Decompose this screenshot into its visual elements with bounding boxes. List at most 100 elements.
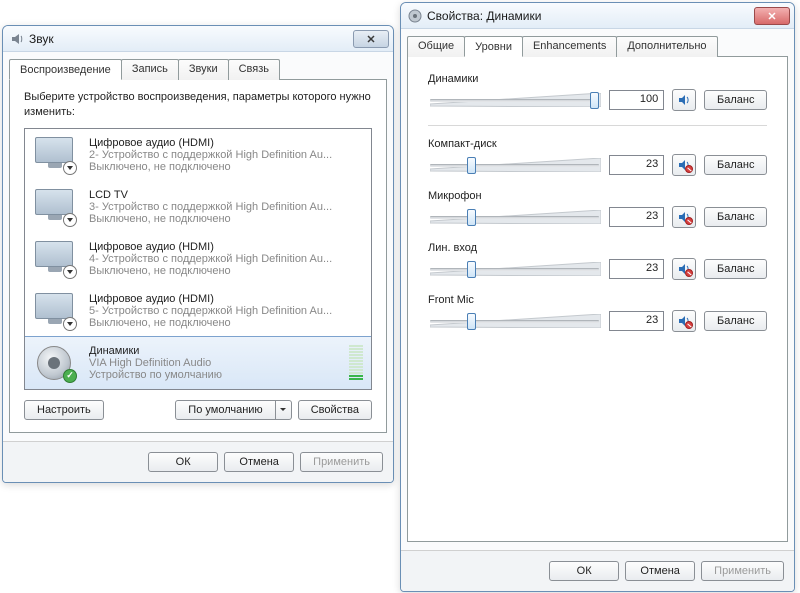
check-icon: ✓: [63, 369, 77, 383]
slider-thumb[interactable]: [467, 313, 476, 330]
level-label: Динамики: [428, 73, 767, 85]
muted-icon: [685, 321, 693, 329]
device-subtitle: 2- Устройство с поддержкой High Definiti…: [89, 149, 363, 161]
tab-звуки[interactable]: Звуки: [178, 59, 229, 80]
level-meter: [349, 345, 363, 380]
device-status: Выключено, не подключено: [89, 213, 363, 225]
tab-запись[interactable]: Запись: [121, 59, 179, 80]
muted-icon: [685, 165, 693, 173]
apply-button[interactable]: Применить: [701, 561, 784, 581]
monitor-icon: [33, 187, 81, 227]
speaker-properties-window: Свойства: Динамики ОбщиеУровниEnhancemen…: [400, 2, 795, 592]
volume-slider[interactable]: [428, 207, 601, 227]
mute-button[interactable]: [672, 310, 696, 332]
volume-value[interactable]: 23: [609, 155, 664, 175]
level-label: Лин. вход: [428, 242, 767, 254]
chevron-down-icon: [279, 407, 287, 413]
volume-slider[interactable]: [428, 90, 601, 110]
device-title: Цифровое аудио (HDMI): [89, 293, 363, 305]
balance-button[interactable]: Баланс: [704, 90, 767, 110]
speaker-icon: ✓: [33, 343, 81, 383]
device-subtitle: VIA High Definition Audio: [89, 357, 343, 369]
instruction-text: Выберите устройство воспроизведения, пар…: [24, 90, 372, 120]
muted-icon: [685, 217, 693, 225]
tab-уровни[interactable]: Уровни: [464, 36, 523, 57]
volume-value[interactable]: 23: [609, 311, 664, 331]
slider-thumb[interactable]: [467, 261, 476, 278]
dialog-buttons: ОК Отмена Применить: [3, 441, 393, 482]
monitor-icon: [33, 239, 81, 279]
slider-thumb[interactable]: [467, 209, 476, 226]
ok-button[interactable]: ОК: [148, 452, 218, 472]
balance-button[interactable]: Баланс: [704, 155, 767, 175]
volume-value[interactable]: 23: [609, 259, 664, 279]
tab-panel: Динамики100БалансКомпакт-диск23БалансМик…: [407, 56, 788, 542]
cancel-button[interactable]: Отмена: [625, 561, 695, 581]
tab-strip: ВоспроизведениеЗаписьЗвукиСвязь: [9, 58, 387, 80]
device-row[interactable]: ✓ ДинамикиVIA High Definition AudioУстрой…: [24, 336, 372, 390]
device-subtitle: 5- Устройство с поддержкой High Definiti…: [89, 305, 363, 317]
level-section: Front Mic23Баланс: [428, 294, 767, 332]
close-icon: [366, 34, 376, 44]
dialog-buttons: ОК Отмена Применить: [401, 550, 794, 591]
cancel-button[interactable]: Отмена: [224, 452, 294, 472]
level-section: Компакт-диск23Баланс: [428, 138, 767, 176]
level-section: Лин. вход 23 Баланс: [428, 242, 767, 280]
level-section: Динамики 100 Баланс: [428, 73, 767, 111]
window-title: Звук: [29, 32, 353, 46]
mute-button[interactable]: [672, 258, 696, 280]
apply-button[interactable]: Применить: [300, 452, 383, 472]
panel-buttons: Настроить По умолчанию Свойства: [24, 400, 372, 420]
mute-button[interactable]: [672, 89, 696, 111]
muted-icon: [685, 269, 693, 277]
sound-icon: [9, 31, 25, 47]
configure-button[interactable]: Настроить: [24, 400, 104, 420]
mute-button[interactable]: [672, 206, 696, 228]
ok-button[interactable]: ОК: [549, 561, 619, 581]
tab-strip: ОбщиеУровниEnhancementsДополнительно: [407, 35, 788, 57]
tab-дополнительно[interactable]: Дополнительно: [616, 36, 717, 57]
volume-slider[interactable]: [428, 155, 601, 175]
arrow-down-icon: [63, 161, 77, 175]
volume-value[interactable]: 23: [609, 207, 664, 227]
volume-slider[interactable]: [428, 259, 601, 279]
device-row[interactable]: Цифровое аудио (HDMI)5- Устройство с под…: [25, 285, 371, 337]
arrow-down-icon: [63, 317, 77, 331]
device-row[interactable]: Цифровое аудио (HDMI)4- Устройство с под…: [25, 233, 371, 285]
mute-button[interactable]: [672, 154, 696, 176]
device-status: Устройство по умолчанию: [89, 369, 343, 381]
tab-общие[interactable]: Общие: [407, 36, 465, 57]
device-title: Цифровое аудио (HDMI): [89, 241, 363, 253]
monitor-icon: [33, 135, 81, 175]
tab-enhancements[interactable]: Enhancements: [522, 36, 617, 57]
close-button[interactable]: [353, 30, 389, 48]
device-subtitle: 4- Устройство с поддержкой High Definiti…: [89, 253, 363, 265]
device-subtitle: 3- Устройство с поддержкой High Definiti…: [89, 201, 363, 213]
monitor-icon: [33, 291, 81, 331]
tab-воспроизведение[interactable]: Воспроизведение: [9, 59, 122, 80]
device-title: Цифровое аудио (HDMI): [89, 137, 363, 149]
properties-button[interactable]: Свойства: [298, 400, 372, 420]
device-list[interactable]: Цифровое аудио (HDMI)2- Устройство с под…: [24, 128, 372, 390]
device-title: LCD TV: [89, 189, 363, 201]
balance-button[interactable]: Баланс: [704, 207, 767, 227]
device-row[interactable]: LCD TV3- Устройство с поддержкой High De…: [25, 181, 371, 233]
device-title: Динамики: [89, 345, 343, 357]
volume-value[interactable]: 100: [609, 90, 664, 110]
titlebar[interactable]: Звук: [3, 26, 393, 52]
tab-panel: Выберите устройство воспроизведения, пар…: [9, 79, 387, 433]
set-default-split-button[interactable]: По умолчанию: [175, 400, 291, 420]
slider-thumb[interactable]: [467, 157, 476, 174]
balance-button[interactable]: Баланс: [704, 259, 767, 279]
volume-slider[interactable]: [428, 311, 601, 331]
set-default-button[interactable]: По умолчанию: [175, 400, 275, 420]
device-status: Выключено, не подключено: [89, 265, 363, 277]
balance-button[interactable]: Баланс: [704, 311, 767, 331]
titlebar[interactable]: Свойства: Динамики: [401, 3, 794, 29]
levels-container: Динамики100БалансКомпакт-диск23БалансМик…: [428, 73, 767, 529]
close-button[interactable]: [754, 7, 790, 25]
slider-thumb[interactable]: [590, 92, 599, 109]
device-row[interactable]: Цифровое аудио (HDMI)2- Устройство с под…: [25, 129, 371, 181]
tab-связь[interactable]: Связь: [228, 59, 280, 80]
set-default-dropdown[interactable]: [276, 400, 292, 420]
